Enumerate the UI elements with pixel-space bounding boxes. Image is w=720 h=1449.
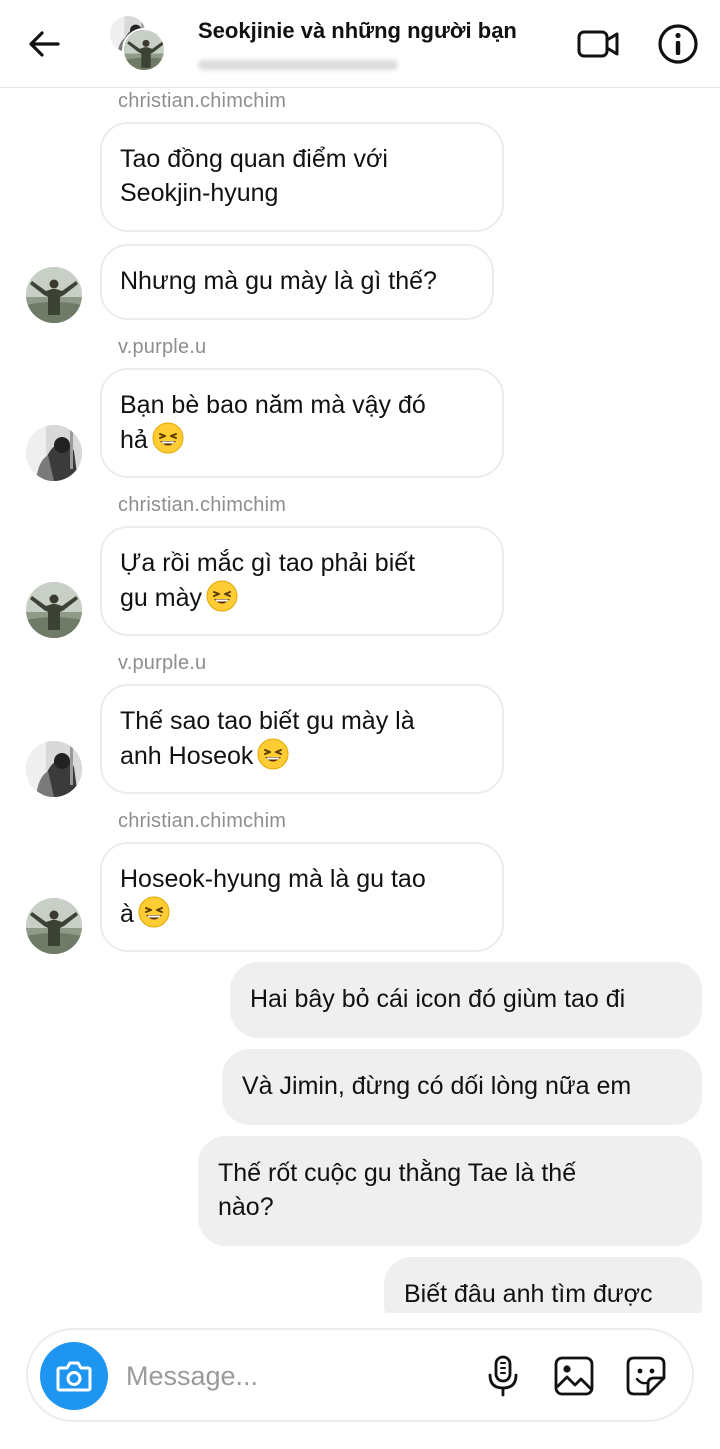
- my-message-bubble[interactable]: Biết đâu anh tìm được: [384, 1257, 702, 1313]
- message-bubble[interactable]: Hoseok-hyung mà là gu tao à: [100, 842, 504, 952]
- message-text: anh Hoseok: [120, 742, 254, 770]
- message-bubble[interactable]: Bạn bè bao năm mà vậy đó hả: [100, 368, 504, 478]
- couple-bw-avatar[interactable]: [26, 741, 82, 797]
- message-text: Bạn bè bao năm mà vậy đó: [120, 391, 426, 419]
- message-bubble[interactable]: Tao đồng quan điểm với Seokjin-hyung: [100, 122, 504, 232]
- message-thread[interactable]: christian.chimchim Tao đồng quan điểm vớ…: [0, 88, 720, 1313]
- message-text: nào?: [218, 1193, 274, 1221]
- sender-name: v.purple.u: [118, 652, 207, 674]
- message-bubble[interactable]: Nhưng mà gu mày là gì thế?: [100, 244, 494, 320]
- my-message-bubble[interactable]: Và Jimin, đừng có dối lòng nữa em: [222, 1049, 702, 1125]
- man-arms-open-avatar[interactable]: [26, 267, 82, 323]
- my-message-bubble[interactable]: Hai bây bỏ cái icon đó giùm tao đi: [230, 962, 702, 1038]
- grinning-squint-emoji-icon: [152, 422, 184, 454]
- camera-icon[interactable]: [40, 1342, 108, 1410]
- grinning-squint-emoji-icon: [257, 738, 289, 770]
- message-text: Hoseok-hyung mà là gu tao: [120, 865, 426, 893]
- message-text: hả: [120, 426, 148, 454]
- message-input[interactable]: [126, 1356, 456, 1396]
- message-text: Hai bây bỏ cái icon đó giùm tao đi: [250, 985, 626, 1013]
- message-text: Thế sao tao biết gu mày là: [120, 707, 415, 735]
- chat-title[interactable]: Seokjinie và những người bạn: [198, 18, 558, 44]
- group-avatar[interactable]: [108, 14, 170, 72]
- arrow-left-icon[interactable]: [22, 22, 66, 66]
- message-text: Seokjin-hyung: [120, 179, 279, 207]
- grinning-squint-emoji-icon: [138, 896, 170, 928]
- man-arms-open-avatar[interactable]: [26, 898, 82, 954]
- message-text: Thế rốt cuộc gu thằng Tae là thế: [218, 1159, 577, 1187]
- sender-name: christian.chimchim: [118, 810, 287, 832]
- image-gallery-icon[interactable]: [552, 1354, 596, 1398]
- sticker-icon[interactable]: [624, 1354, 668, 1398]
- message-bubble[interactable]: Ựa rồi mắc gì tao phải biết gu mày: [100, 526, 504, 636]
- message-text: Và Jimin, đừng có dối lòng nữa em: [242, 1072, 632, 1100]
- message-composer: [26, 1328, 694, 1422]
- chat-subtitle-blurred: [198, 52, 408, 76]
- message-bubble[interactable]: Thế sao tao biết gu mày là anh Hoseok: [100, 684, 504, 794]
- microphone-icon[interactable]: [481, 1354, 525, 1398]
- message-text: Ựa rồi mắc gì tao phải biết: [120, 549, 416, 577]
- member-avatar: [122, 28, 166, 72]
- message-text: gu mày: [120, 584, 202, 612]
- message-text: Biết đâu anh tìm được: [404, 1280, 653, 1308]
- my-message-bubble[interactable]: Thế rốt cuộc gu thằng Tae là thế nào?: [198, 1136, 702, 1246]
- grinning-squint-emoji-icon: [206, 580, 238, 612]
- message-text: Tao đồng quan điểm với: [120, 145, 388, 173]
- message-text: à: [120, 900, 134, 928]
- man-arms-open-avatar[interactable]: [26, 582, 82, 638]
- chat-screen: Seokjinie và những người bạn christian.c…: [0, 0, 720, 1449]
- couple-bw-avatar[interactable]: [26, 425, 82, 481]
- message-text: Nhưng mà gu mày là gì thế?: [120, 267, 437, 295]
- sender-name: v.purple.u: [118, 336, 207, 358]
- sender-name: christian.chimchim: [118, 494, 287, 516]
- info-icon[interactable]: [656, 22, 700, 66]
- chat-header: Seokjinie và những người bạn: [0, 0, 720, 88]
- video-camera-icon[interactable]: [576, 22, 620, 66]
- sender-name: christian.chimchim: [118, 90, 287, 112]
